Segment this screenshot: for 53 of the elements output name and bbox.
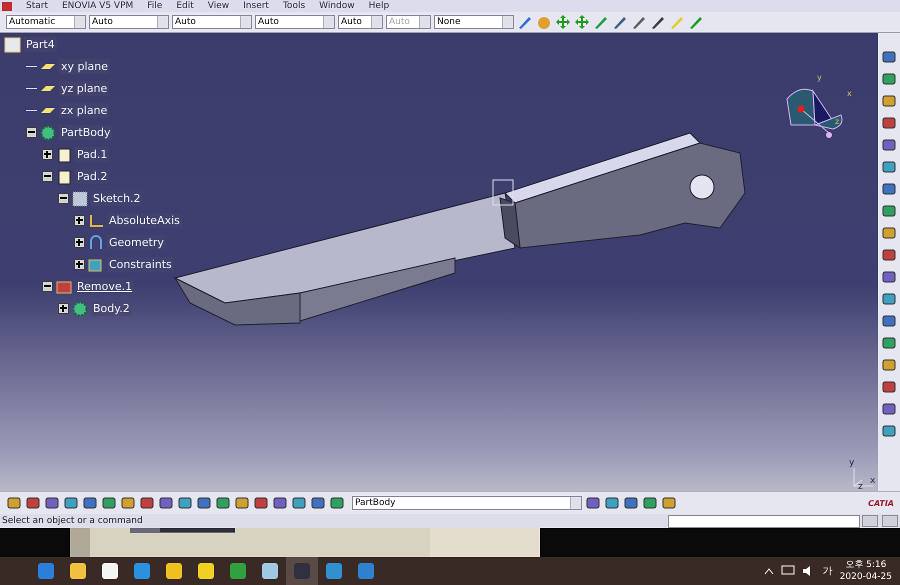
catia-logo: CATIA	[868, 498, 894, 508]
tree-item[interactable]: Remove.1	[75, 279, 134, 294]
menu-item[interactable]: Tools	[282, 0, 306, 12]
axis-label: y	[817, 73, 822, 82]
axis-label: y	[849, 458, 854, 468]
tree-item[interactable]: Body.2	[91, 301, 132, 316]
expand-toggle[interactable]	[42, 171, 53, 182]
body-dropdown[interactable]: PartBody	[352, 496, 582, 510]
expand-toggle[interactable]	[42, 149, 53, 160]
expand-toggle[interactable]	[74, 259, 85, 270]
axis-label: z	[835, 117, 840, 126]
clock-date: 2020-04-25	[840, 571, 892, 583]
dropdown[interactable]: Auto	[172, 15, 252, 29]
axis-label: z	[858, 482, 863, 491]
tree-item[interactable]: Constraints	[107, 257, 174, 272]
tree-item[interactable]: xy plane	[59, 59, 110, 74]
axis-label: x	[870, 476, 876, 486]
command-field[interactable]	[668, 514, 860, 528]
tree-item[interactable]: Sketch.2	[91, 191, 143, 206]
tree-item[interactable]: Geometry	[107, 235, 166, 250]
menu-item[interactable]: Edit	[176, 0, 194, 12]
expand-toggle[interactable]	[26, 127, 37, 138]
menu-item[interactable]: Start	[26, 0, 48, 12]
menu-item[interactable]: File	[147, 0, 162, 12]
tree-item[interactable]: Part4	[24, 37, 57, 52]
tree-item[interactable]: Pad.2	[75, 169, 110, 184]
dropdown[interactable]: Auto	[338, 15, 383, 29]
menu-item[interactable]: Insert	[243, 0, 269, 12]
dropdown[interactable]: Auto	[255, 15, 335, 29]
move-arrows-icon[interactable]	[555, 14, 571, 30]
tree-item[interactable]: zx plane	[59, 103, 110, 118]
menu-item[interactable]: View	[208, 0, 230, 12]
status-message: Select an object or a command	[1, 516, 143, 526]
axis-label: x	[847, 89, 852, 98]
dropdown[interactable]: Automatic	[6, 15, 86, 29]
menu-item[interactable]: ENOVIA V5 VPM	[62, 0, 134, 12]
tree-item[interactable]: AbsoluteAxis	[107, 213, 182, 228]
input-method-indicator[interactable]: 가	[822, 564, 833, 578]
expand-toggle[interactable]	[42, 281, 53, 292]
tree-item[interactable]: Pad.1	[75, 147, 110, 162]
expand-toggle[interactable]	[58, 303, 69, 314]
clock-time: 오후 5:16	[845, 559, 886, 571]
expand-toggle[interactable]	[58, 193, 69, 204]
chevron-up-icon[interactable]	[764, 567, 774, 575]
expand-toggle[interactable]	[74, 237, 85, 248]
tree-item[interactable]: PartBody	[59, 125, 112, 140]
dropdown[interactable]: Auto	[89, 15, 169, 29]
menu-item[interactable]: Help	[368, 0, 390, 12]
menu-item[interactable]: Window	[319, 0, 355, 12]
expand-toggle[interactable]	[74, 215, 85, 226]
tree-item[interactable]: yz plane	[59, 81, 110, 96]
move-arrows-icon[interactable]	[574, 14, 590, 30]
dropdown[interactable]: None	[434, 15, 514, 29]
